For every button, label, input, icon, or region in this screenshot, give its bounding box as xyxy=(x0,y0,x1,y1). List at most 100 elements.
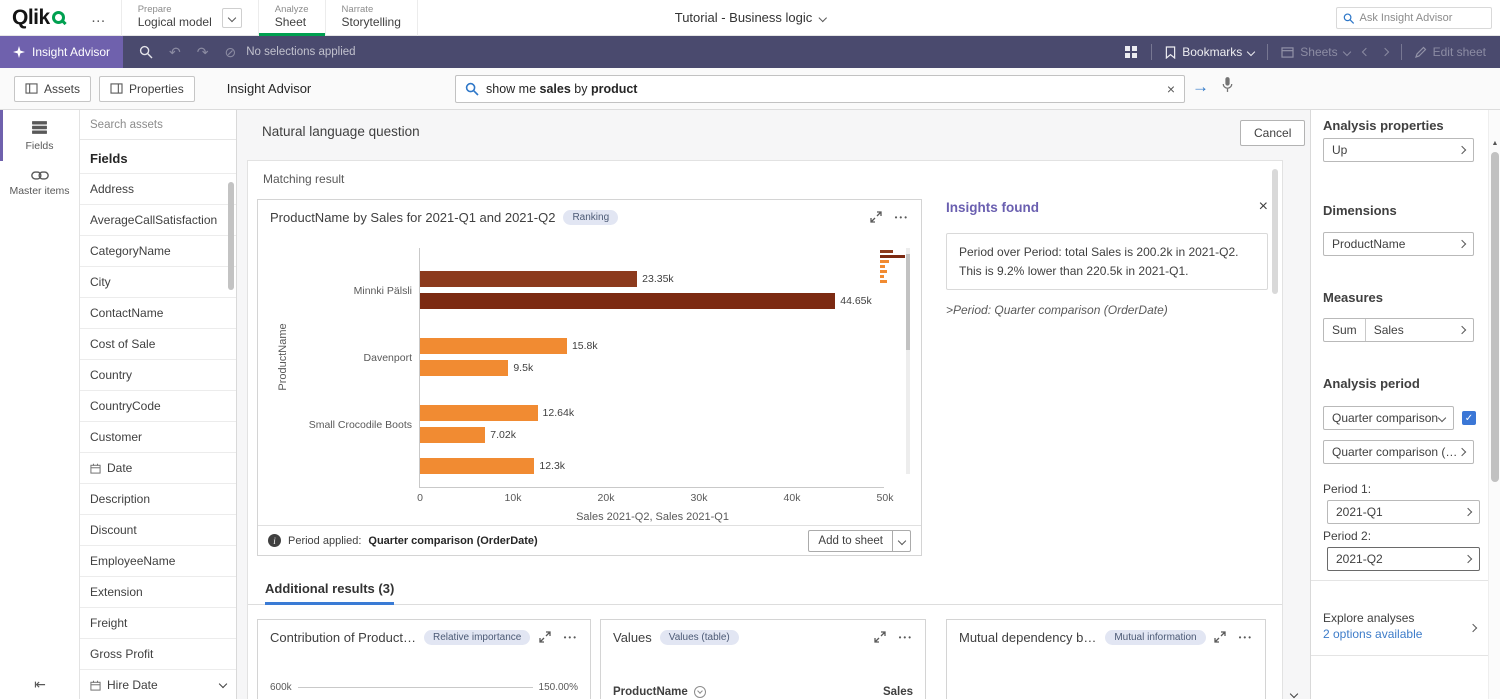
additional-card-contribution[interactable]: Contribution of Product… Relative import… xyxy=(257,619,591,699)
close-icon[interactable]: × xyxy=(1259,199,1268,215)
additional-card-values[interactable]: Values Values (table) ••• ProductName Sa… xyxy=(600,619,926,699)
field-item-description[interactable]: Description xyxy=(80,484,236,515)
field-item-extension[interactable]: Extension xyxy=(80,577,236,608)
field-label: Address xyxy=(90,182,134,196)
page-scrollbar[interactable]: ▲ xyxy=(1488,110,1500,699)
period1-button[interactable]: 2021-Q1 xyxy=(1327,500,1480,524)
column-header-productname[interactable]: ProductName xyxy=(613,686,688,698)
assets-scrollbar-thumb[interactable] xyxy=(228,182,234,290)
field-item-city[interactable]: City xyxy=(80,267,236,298)
period-type-dropdown[interactable]: Quarter comparison xyxy=(1323,406,1454,430)
undo-icon[interactable]: ↶ xyxy=(169,45,181,59)
natural-language-search-box[interactable]: show me sales by product × xyxy=(455,75,1185,103)
dimension-productname-button[interactable]: ProductName xyxy=(1323,232,1474,256)
ask-insight-advisor-input[interactable] xyxy=(1359,12,1485,24)
card-menu-icon[interactable]: ••• xyxy=(899,633,913,642)
explore-chevron-icon[interactable] xyxy=(1470,618,1476,636)
edit-sheet-button[interactable]: Edit sheet xyxy=(1415,45,1486,59)
field-item-averagecallsatisfaction[interactable]: AverageCallSatisfaction xyxy=(80,205,236,236)
bar[interactable] xyxy=(420,293,835,309)
chart-plot-area[interactable]: Minnki Pälsli23.35k44.65kDavenport15.8k9… xyxy=(419,248,884,488)
global-menu-button[interactable]: … xyxy=(79,9,119,26)
app-title-selector[interactable]: Tutorial - Business logic xyxy=(675,10,826,25)
bar[interactable] xyxy=(420,458,534,474)
period1-value: 2021-Q1 xyxy=(1336,505,1383,519)
microphone-icon[interactable] xyxy=(1221,76,1234,93)
app-overview-grid-icon[interactable] xyxy=(1124,45,1138,59)
submit-search-icon[interactable]: → xyxy=(1192,78,1209,95)
expand-icon[interactable] xyxy=(870,211,882,223)
search-token: show me xyxy=(486,82,540,96)
smart-search-icon[interactable] xyxy=(139,45,153,59)
rail-item-master-items[interactable]: Master items xyxy=(0,161,79,206)
field-item-contactname[interactable]: ContactName xyxy=(80,298,236,329)
redo-icon[interactable]: ↷ xyxy=(197,45,209,59)
bar[interactable] xyxy=(420,405,538,421)
add-to-sheet-button[interactable]: Add to sheet xyxy=(808,530,911,552)
sheets-button[interactable]: Sheets xyxy=(1281,45,1349,59)
card-menu-icon[interactable]: ••• xyxy=(564,633,578,642)
card-menu-icon[interactable]: ••• xyxy=(895,213,909,222)
bar[interactable] xyxy=(420,427,485,443)
field-item-countrycode[interactable]: CountryCode xyxy=(80,391,236,422)
main-area: Natural language question Cancel Matchin… xyxy=(237,110,1310,699)
field-item-employeename[interactable]: EmployeeName xyxy=(80,546,236,577)
clear-search-icon[interactable]: × xyxy=(1167,82,1175,96)
search-assets-input[interactable] xyxy=(90,119,226,131)
nav-analyze[interactable]: Analyze Sheet xyxy=(258,0,325,36)
cancel-button[interactable]: Cancel xyxy=(1240,120,1305,146)
nav-narrate[interactable]: Narrate Storytelling xyxy=(325,0,418,36)
assets-search[interactable] xyxy=(80,110,236,140)
period2-button[interactable]: 2021-Q2 xyxy=(1327,547,1480,571)
field-item-gross-profit[interactable]: Gross Profit xyxy=(80,639,236,670)
period-field-button[interactable]: Quarter comparison (OrderD… xyxy=(1323,440,1474,464)
measure-sales-button[interactable]: Sum Sales xyxy=(1323,318,1474,342)
scroll-down-icon[interactable] xyxy=(220,674,226,692)
explore-options-link[interactable]: 2 options available xyxy=(1323,627,1422,641)
expand-icon[interactable] xyxy=(1214,631,1226,643)
collapse-panel-icon[interactable]: ⇤ xyxy=(0,676,80,693)
analysis-period-checkbox[interactable]: ✓ xyxy=(1462,411,1476,425)
bar[interactable] xyxy=(420,271,637,287)
scroll-down-icon[interactable] xyxy=(1291,684,1297,699)
field-item-customer[interactable]: Customer xyxy=(80,422,236,453)
sort-icon[interactable] xyxy=(694,686,706,698)
chart-minimap[interactable] xyxy=(880,248,913,474)
field-item-freight[interactable]: Freight xyxy=(80,608,236,639)
next-sheet-icon[interactable] xyxy=(1380,48,1388,56)
rail-item-fields[interactable]: Fields xyxy=(0,110,79,161)
bookmarks-button[interactable]: Bookmarks xyxy=(1165,45,1254,59)
properties-button[interactable]: Properties xyxy=(99,76,195,102)
clear-selections-icon[interactable]: ⊘ xyxy=(225,45,237,59)
add-to-sheet-caret[interactable] xyxy=(892,530,910,552)
field-item-cost-of-sale[interactable]: Cost of Sale xyxy=(80,329,236,360)
scroll-up-icon[interactable]: ▲ xyxy=(1489,140,1500,147)
assets-button[interactable]: Assets xyxy=(14,76,91,102)
expand-icon[interactable] xyxy=(539,631,551,643)
result-chart-card[interactable]: ProductName by Sales for 2021-Q1 and 202… xyxy=(257,199,922,556)
bar[interactable] xyxy=(420,360,508,376)
field-item-address[interactable]: Address xyxy=(80,174,236,205)
tab-additional-results[interactable]: Additional results (3) xyxy=(265,581,394,605)
page-scrollbar-thumb[interactable] xyxy=(1491,152,1499,482)
global-insight-search[interactable] xyxy=(1336,7,1492,29)
nav-prepare[interactable]: Prepare Logical model xyxy=(121,0,258,36)
prepare-dropdown-button[interactable] xyxy=(222,8,242,28)
insight-advisor-button[interactable]: Insight Advisor xyxy=(0,36,123,68)
sort-order-button[interactable]: Up xyxy=(1323,138,1474,162)
panel-scrollbar-thumb[interactable] xyxy=(1272,169,1278,294)
expand-icon[interactable] xyxy=(874,631,886,643)
bar[interactable] xyxy=(420,338,567,354)
field-item-categoryname[interactable]: CategoryName xyxy=(80,236,236,267)
additional-card-mutual-dependency[interactable]: Mutual dependency bet… Mutual informatio… xyxy=(946,619,1266,699)
search-query-text[interactable]: show me sales by product xyxy=(486,82,637,96)
field-item-country[interactable]: Country xyxy=(80,360,236,391)
field-item-discount[interactable]: Discount xyxy=(80,515,236,546)
field-item-date[interactable]: Date xyxy=(80,453,236,484)
field-item-hire-date[interactable]: Hire Date xyxy=(80,670,236,699)
period2-label: Period 2: xyxy=(1323,529,1371,543)
column-header-sales[interactable]: Sales xyxy=(883,686,913,698)
previous-sheet-icon[interactable] xyxy=(1361,48,1369,56)
minimap-scroll-thumb[interactable] xyxy=(906,254,910,350)
card-menu-icon[interactable]: ••• xyxy=(1239,633,1253,642)
